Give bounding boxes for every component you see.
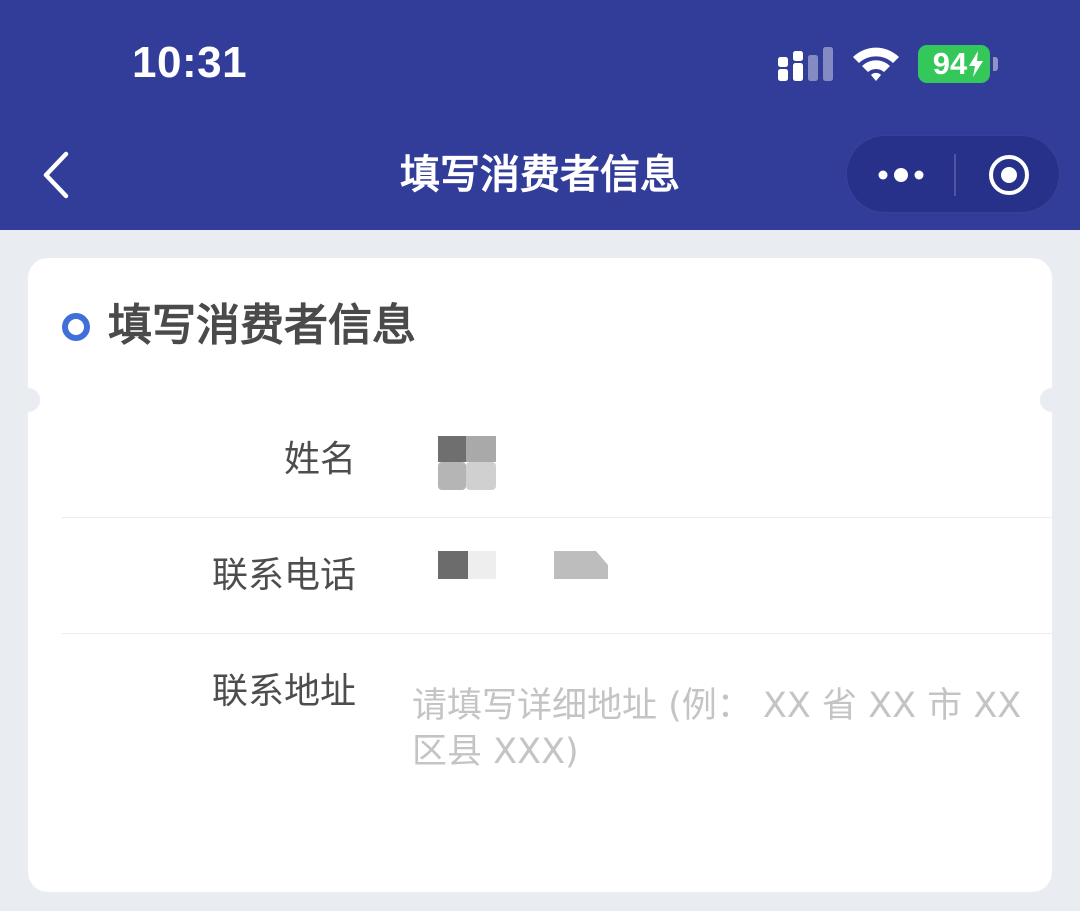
bolt-icon [969,51,983,77]
close-mini-program-button[interactable] [956,136,1061,214]
more-button[interactable] [847,136,954,214]
back-chevron-icon[interactable] [36,148,76,202]
header-bar: 10:31 94 填写消费者信息 [0,0,1080,230]
address-label: 联系地址 [211,671,356,712]
redacted-phone-value [438,551,608,579]
battery-cap [993,57,998,71]
section-title: 填写消费者信息 [108,300,416,351]
signal-icon [778,47,833,81]
mini-program-capsule [846,135,1060,213]
target-circle-icon [988,155,1029,195]
phone-field[interactable] [400,535,1050,625]
redacted-name-value [438,436,496,490]
field-divider [62,517,1052,518]
name-field[interactable] [400,420,1050,510]
battery-charging-icon: 94 [918,45,990,83]
wifi-icon [853,47,899,81]
name-label: 姓名 [283,439,356,480]
address-input[interactable]: 请填写详细地址 (例： XX 省 XX 市 XX 区县 XXX) [412,683,1032,775]
battery-level: 94 [932,46,968,81]
section-dot-icon [62,313,90,341]
more-dots-icon [878,168,923,182]
card-notch-right [1040,388,1064,412]
field-divider [62,633,1052,634]
nav-title: 填写消费者信息 [400,152,680,198]
card-notch-left [16,388,40,412]
phone-label: 联系电话 [211,555,356,596]
status-time: 10:31 [132,38,248,87]
